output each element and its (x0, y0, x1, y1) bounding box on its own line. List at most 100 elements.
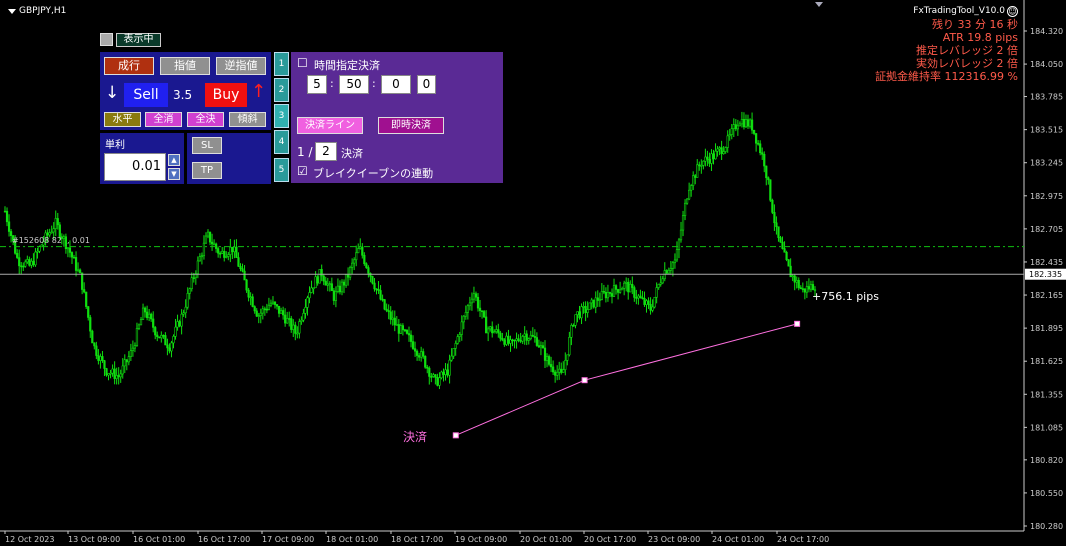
tab-3[interactable]: 3 (274, 104, 289, 128)
time-separator-2: : (372, 77, 376, 90)
candle-body (529, 334, 532, 340)
candle-body (318, 269, 321, 284)
buy-button[interactable]: Buy (205, 83, 247, 107)
candle-body (619, 289, 622, 293)
candle-body (210, 241, 214, 245)
candle-body (608, 292, 612, 294)
lot-down-icon[interactable]: ▼ (168, 168, 180, 180)
candle-body (807, 286, 811, 290)
display-toggle-button[interactable]: 表示中 (116, 33, 161, 47)
candle-body (20, 265, 23, 268)
candle-body (74, 257, 78, 271)
market-order-button[interactable]: 成行 (104, 57, 154, 75)
candle-body (416, 350, 419, 356)
minute-input[interactable]: 50 (339, 75, 369, 94)
candle-body (304, 307, 307, 314)
candle-body (805, 286, 808, 293)
candle-body (616, 289, 620, 293)
candle-body (247, 289, 250, 298)
candle-body (444, 369, 447, 375)
dropdown-triangle-icon[interactable] (8, 8, 16, 14)
candle-body (675, 249, 679, 261)
y-tick-label: 181.895 (1030, 324, 1063, 333)
sell-button[interactable]: Sell (124, 83, 168, 107)
tab-5[interactable]: 5 (274, 158, 289, 182)
candle-body (661, 278, 664, 284)
candle-body (277, 305, 281, 314)
lot-input[interactable]: 0.01 (104, 153, 166, 181)
candle-body (81, 272, 84, 290)
candle-body (781, 241, 784, 249)
candle-body (570, 325, 573, 338)
x-tick-label: 23 Oct 09:00 (648, 535, 700, 544)
candle-body (290, 318, 293, 330)
candle-body (696, 164, 699, 178)
candle-body (16, 253, 19, 258)
y-tick-label: 184.320 (1030, 27, 1063, 36)
candle-body (30, 260, 33, 266)
candle-body (659, 282, 662, 285)
instant-settle-button[interactable]: 即時決済 (378, 117, 444, 134)
settle-line-button[interactable]: 決済ライン (297, 117, 363, 134)
candle-body (572, 325, 575, 327)
candle-body (190, 277, 193, 290)
candle-body (223, 250, 226, 258)
candle-body (690, 185, 693, 191)
breakeven-checkbox[interactable]: ☑ (297, 164, 308, 178)
candle-body (91, 330, 94, 344)
candle-body (225, 256, 228, 258)
time-settle-checkbox[interactable]: ☐ (297, 56, 308, 70)
candle-body (117, 375, 120, 378)
hour-input[interactable]: 5 (307, 75, 327, 94)
candle-body (251, 296, 254, 307)
candle-body (726, 135, 729, 148)
candle-body (710, 153, 713, 164)
delete-all-button[interactable]: 全消 (145, 112, 182, 127)
candle-body (97, 355, 100, 361)
horizontal-line-button[interactable]: 水平 (104, 112, 141, 127)
candle-body (797, 280, 800, 288)
candle-body (560, 368, 563, 373)
candle-body (357, 248, 360, 254)
tab-4[interactable]: 4 (274, 130, 289, 154)
second-input[interactable]: 0 (381, 75, 411, 94)
candle-body (507, 335, 510, 344)
settle-all-button[interactable]: 全決 (187, 112, 224, 127)
candle-body (371, 276, 374, 284)
candle-body (52, 228, 55, 233)
candle-body (539, 345, 543, 348)
symbol-header[interactable]: GBPJPY,H1 (8, 6, 66, 16)
candle-body (596, 297, 599, 301)
candle-body (342, 281, 346, 286)
tp-button[interactable]: TP (192, 162, 222, 179)
settle-line-handle-0 (452, 432, 459, 439)
candle-body (141, 307, 145, 320)
candle-body (259, 312, 262, 316)
limit-order-button[interactable]: 指値 (160, 57, 210, 75)
candle-body (775, 222, 778, 228)
candle-body (87, 306, 90, 318)
tab-1[interactable]: 1 (274, 52, 289, 76)
stop-order-button[interactable]: 逆指値 (216, 57, 266, 75)
candle-body (68, 247, 72, 253)
display-toggle-checkbox[interactable] (100, 33, 113, 46)
candle-body (389, 311, 392, 320)
candle-body (89, 317, 92, 332)
candle-body (702, 160, 705, 166)
slope-line-button[interactable]: 傾斜 (229, 112, 266, 127)
candle-body (466, 305, 469, 313)
candle-body (324, 280, 327, 286)
extra-input[interactable]: 0 (417, 75, 436, 94)
sl-button[interactable]: SL (192, 137, 222, 154)
fraction-input[interactable]: 2 (315, 142, 337, 161)
tab-2[interactable]: 2 (274, 78, 289, 102)
candle-body (377, 288, 380, 291)
candle-body (373, 282, 376, 290)
candle-body (139, 319, 143, 326)
candle-body (111, 368, 114, 374)
lot-up-icon[interactable]: ▲ (168, 154, 180, 166)
candle-body (752, 129, 756, 134)
candle-body (485, 316, 488, 334)
candle-body (482, 311, 486, 318)
candle-body (401, 325, 404, 331)
